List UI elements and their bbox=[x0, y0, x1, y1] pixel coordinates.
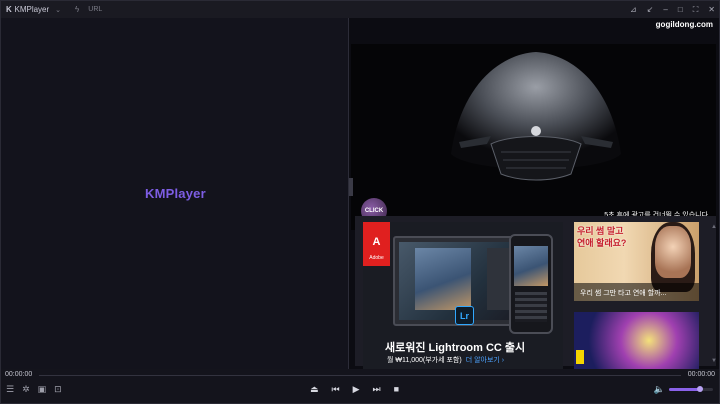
seek-track[interactable] bbox=[39, 375, 681, 376]
scroll-up-icon[interactable]: ▲ bbox=[711, 224, 717, 230]
kmplayer-window: K KMPlayer ⌄ ϟ URL ⊿ ↙ – □ ⛶ ✕ KMPlayer … bbox=[0, 0, 720, 404]
domain-label: gogildong.com bbox=[655, 20, 713, 29]
stop-icon[interactable]: ■ bbox=[394, 385, 399, 394]
thumbnail-overlay-text: 우리 썸 말고 연애 할래요? bbox=[577, 226, 627, 248]
kmplayer-logo: KMPlayer bbox=[145, 186, 206, 201]
settings-icon[interactable]: ✲ bbox=[22, 385, 30, 394]
phone-image bbox=[509, 234, 553, 334]
minimize-icon[interactable]: – bbox=[663, 5, 667, 14]
thumbnail-caption: 우리 썸 그만 타고 연애 할까... bbox=[574, 283, 699, 301]
left-controls: ☰ ✲ ▣ ⊡ bbox=[6, 385, 62, 394]
playback-controls: ⏏ ⏮ ▶ ⏭ ■ bbox=[310, 385, 399, 394]
fullscreen-icon[interactable]: ⛶ bbox=[693, 5, 699, 14]
url-button[interactable]: URL bbox=[88, 6, 102, 13]
video-area[interactable]: KMPlayer bbox=[1, 18, 348, 369]
shrink-icon[interactable]: ↙ bbox=[647, 5, 654, 14]
lightroom-ad[interactable]: A Adobe Lr 새로워진 Lightroom CC 출시 월 ₩11,00… bbox=[363, 222, 563, 369]
panel-resize-handle[interactable] bbox=[349, 178, 353, 196]
maximize-icon[interactable]: □ bbox=[678, 5, 683, 14]
learn-more-link[interactable]: 더 알아보기 › bbox=[466, 357, 504, 364]
bolt-icon[interactable]: ϟ bbox=[75, 5, 79, 14]
playlist-icon[interactable]: ☰ bbox=[6, 385, 14, 394]
title-bar: K KMPlayer ⌄ ϟ URL ⊿ ↙ – □ ⛶ ✕ bbox=[1, 1, 719, 18]
app-name: KMPlayer bbox=[14, 5, 50, 14]
volume-control: 🔈 bbox=[654, 385, 713, 394]
car-image bbox=[451, 52, 621, 181]
elapsed-time: 00:00:00 bbox=[5, 371, 33, 378]
lightroom-icon: Lr bbox=[455, 306, 474, 325]
side-panel: gogildong.com CLICK 5초 후에 광고를 건너뛸 수 bbox=[348, 18, 719, 369]
ad-video[interactable]: CLICK 5초 후에 광고를 건너뛸 수 있습니다. bbox=[351, 44, 716, 230]
eject-icon[interactable]: ⏏ bbox=[310, 385, 319, 394]
control-bar: ☰ ✲ ▣ ⊡ ⏏ ⏮ ▶ ⏭ ■ 🔈 bbox=[1, 381, 719, 403]
volume-slider[interactable] bbox=[669, 386, 713, 392]
person-image bbox=[655, 226, 691, 278]
previous-icon[interactable]: ⏮ bbox=[332, 385, 340, 394]
app-menu-button[interactable]: K KMPlayer ⌄ bbox=[6, 5, 61, 14]
total-time: 00:00:00 bbox=[687, 371, 715, 378]
volume-knob[interactable] bbox=[696, 386, 703, 392]
volume-icon[interactable]: 🔈 bbox=[654, 385, 665, 394]
scroll-down-icon[interactable]: ▼ bbox=[711, 358, 717, 364]
window-controls: ⊿ ↙ – □ ⛶ ✕ bbox=[630, 1, 715, 18]
video-thumbnail-2[interactable] bbox=[574, 312, 699, 369]
chevron-down-icon: ⌄ bbox=[55, 6, 62, 14]
adobe-logo: A Adobe bbox=[363, 222, 390, 266]
kmp-mark-icon: K bbox=[6, 5, 12, 14]
close-icon[interactable]: ✕ bbox=[708, 5, 715, 14]
ad-headline: 새로워진 Lightroom CC 출시 bbox=[385, 342, 526, 354]
subtitle-icon[interactable]: ▣ bbox=[38, 385, 47, 394]
pin-icon[interactable]: ⊿ bbox=[630, 5, 637, 14]
vr-icon[interactable]: ⊡ bbox=[54, 385, 62, 394]
banner-area: A Adobe Lr 새로워진 Lightroom CC 출시 월 ₩11,00… bbox=[355, 216, 716, 369]
panel-scrollbar[interactable]: ▲ ▼ bbox=[711, 224, 717, 364]
play-icon[interactable]: ▶ bbox=[353, 385, 360, 394]
video-thumbnail-1[interactable]: 우리 썸 말고 연애 할래요? 우리 썸 그만 타고 연애 할까... bbox=[574, 222, 699, 301]
ad-price: 월 ₩11,000(부가세 포함) 더 알아보기 › bbox=[387, 357, 505, 364]
seek-bar[interactable]: 00:00:00 00:00:00 bbox=[1, 369, 719, 381]
next-icon[interactable]: ⏭ bbox=[373, 385, 381, 394]
